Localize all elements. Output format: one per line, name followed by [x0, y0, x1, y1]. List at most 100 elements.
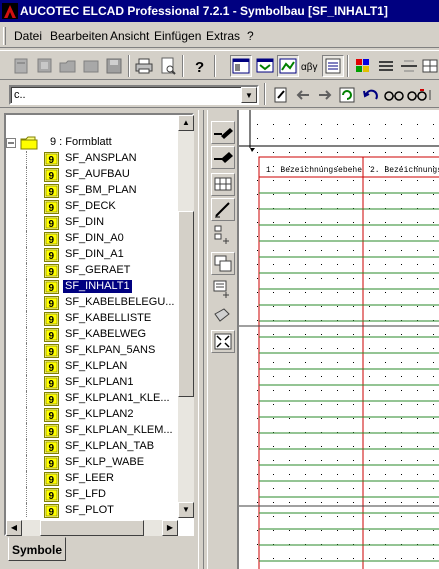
arrow-left-icon[interactable]	[292, 84, 314, 106]
grid-dot	[305, 530, 306, 531]
graph-view-icon[interactable]	[277, 55, 299, 77]
tree-item[interactable]: 9 SF_DIN_A1	[6, 247, 176, 263]
grid-dot	[273, 418, 274, 419]
text-format-icon[interactable]: αβγ	[300, 55, 322, 77]
scroll-up-icon[interactable]: ▲	[178, 115, 194, 131]
save-icon[interactable]	[103, 55, 125, 77]
grid-dot	[433, 390, 434, 391]
colors-icon[interactable]	[352, 55, 374, 77]
scroll-left-icon[interactable]: ◀	[6, 520, 22, 536]
menu-grip[interactable]	[3, 27, 6, 45]
grid-dot	[273, 138, 274, 139]
tree-item[interactable]: 9 SF_LEER	[6, 471, 176, 487]
tree-item[interactable]: 9 SF_ANSPLAN	[6, 151, 176, 167]
title-bar[interactable]: AUCOTEC ELCAD Professional 7.2.1 - Symbo…	[0, 0, 439, 22]
menu-ansicht[interactable]: Ansicht	[110, 29, 149, 43]
grid-dot	[369, 376, 370, 377]
grid-dot	[401, 446, 402, 447]
tree-item[interactable]: 9 SF_KLPLAN1	[6, 375, 176, 391]
close-file-icon[interactable]	[80, 55, 102, 77]
tree-item[interactable]: 9 SF_KABELBELEGU...	[6, 295, 176, 311]
tree-item[interactable]: 9 SF_DECK	[6, 199, 176, 215]
menu-einfuegen[interactable]: Einfügen	[154, 29, 201, 43]
new-project-icon[interactable]	[34, 55, 56, 77]
grid-dot	[289, 376, 290, 377]
symbol-canvas[interactable]: 1. Bezeichnungsebene 2. Bezeichnungsebe	[237, 110, 439, 569]
scroll-thumb[interactable]	[178, 211, 194, 397]
grid-dot	[385, 376, 386, 377]
grid-dot	[385, 502, 386, 503]
tree-item[interactable]: 9 SF_PLOT	[6, 503, 176, 518]
refresh-icon[interactable]	[336, 84, 358, 106]
tree-item[interactable]: 9 SF_DIN_A0	[6, 231, 176, 247]
edit-page-icon[interactable]	[270, 84, 292, 106]
connect-icon[interactable]	[211, 224, 235, 247]
tree-item[interactable]: 9 SF_KABELWEG	[6, 327, 176, 343]
symbol-view-icon[interactable]	[254, 55, 276, 77]
undo-icon[interactable]	[360, 84, 382, 106]
tree-item[interactable]: 9 SF_KLPAN_5ANS	[6, 343, 176, 359]
tree-connector	[26, 247, 27, 263]
arrow-right-icon[interactable]	[314, 84, 336, 106]
lines-icon[interactable]	[398, 55, 420, 77]
tree-item[interactable]: 9 SF_GERAET	[6, 263, 176, 279]
properties-icon[interactable]	[322, 55, 344, 77]
symbol-combo[interactable]: c.. ▼	[9, 85, 259, 105]
menu-bearbeiten[interactable]: Bearbeiten	[50, 29, 108, 43]
panel-splitter[interactable]	[197, 110, 205, 569]
draw-line-icon[interactable]	[211, 198, 235, 221]
tree-item[interactable]: 9 SF_KLPLAN	[6, 359, 176, 375]
symbol-attributes-icon[interactable]	[211, 278, 235, 301]
tree-horizontal-scrollbar[interactable]: ◀ ▶	[6, 520, 178, 536]
drawing-sheet[interactable]: 1. Bezeichnungsebene 2. Bezeichnungsebe	[239, 110, 439, 569]
tree-folder-formblatt[interactable]: 9 : Formblatt	[6, 135, 176, 151]
chevron-down-icon[interactable]: ▼	[241, 87, 257, 103]
tree-item[interactable]: 9 SF_DIN	[6, 215, 176, 231]
print-preview-icon[interactable]	[157, 55, 179, 77]
glasses-search-icon[interactable]	[406, 84, 428, 106]
tree-item[interactable]: 9 SF_KLPLAN1_KLE...	[6, 391, 176, 407]
menu-help[interactable]: ?	[247, 29, 254, 43]
grid-dot	[337, 264, 338, 265]
open-icon[interactable]	[57, 55, 79, 77]
scroll-thumb-horizontal[interactable]	[40, 520, 144, 536]
tree-item[interactable]: 9 SF_KABELLISTE	[6, 311, 176, 327]
symbol-file-icon: 9	[44, 184, 59, 198]
tree-item[interactable]: 9 SF_KLPLAN2	[6, 407, 176, 423]
menu-datei[interactable]: Datei	[14, 29, 42, 43]
grid-icon[interactable]	[420, 55, 439, 77]
place-symbol-icon[interactable]	[211, 121, 235, 144]
table-icon[interactable]	[211, 173, 235, 196]
tree-item[interactable]: 9 SF_AUFBAU	[6, 167, 176, 183]
tree-item[interactable]: 9 SF_LFD	[6, 487, 176, 503]
tree-item-label: SF_ANSPLAN	[65, 152, 137, 164]
list-icon[interactable]	[375, 55, 397, 77]
svg-text:9: 9	[49, 203, 55, 214]
scroll-right-icon[interactable]: ▶	[162, 520, 178, 536]
menu-extras[interactable]: Extras	[206, 29, 240, 43]
tree-item[interactable]: 9 SF_BM_PLAN	[6, 183, 176, 199]
glasses-icon[interactable]	[383, 84, 405, 106]
tree-item[interactable]: 9 SF_INHALT1	[6, 279, 176, 295]
scroll-down-icon[interactable]: ▼	[178, 502, 194, 518]
place-symbol-left-icon[interactable]	[211, 146, 235, 169]
grid-dot	[353, 250, 354, 251]
tab-symbole[interactable]: Symbole	[8, 537, 66, 561]
tree-vertical-scrollbar[interactable]: ▲ ▼	[178, 115, 194, 518]
new-icon[interactable]	[10, 55, 32, 77]
window-view-icon[interactable]	[230, 55, 252, 77]
print-icon[interactable]	[133, 55, 155, 77]
overflow-icon[interactable]	[428, 84, 439, 106]
tree-item[interactable]: 9 SF_KLPLAN_TAB	[6, 439, 176, 455]
symbol-file-icon: 9	[44, 168, 59, 182]
copy-symbol-icon[interactable]	[211, 252, 235, 275]
tree-item[interactable]: 9 SF_KLPLAN_KLEM...	[6, 423, 176, 439]
fit-view-icon[interactable]	[211, 330, 235, 353]
grid-dot	[273, 306, 274, 307]
fill-icon[interactable]	[211, 305, 235, 328]
tree-item[interactable]: 9 SF_KLP_WABE	[6, 455, 176, 471]
grid-dot	[337, 194, 338, 195]
collapse-icon[interactable]	[6, 138, 16, 148]
symbol-file-icon: 9	[44, 408, 59, 422]
help-icon[interactable]: ?	[188, 55, 210, 77]
